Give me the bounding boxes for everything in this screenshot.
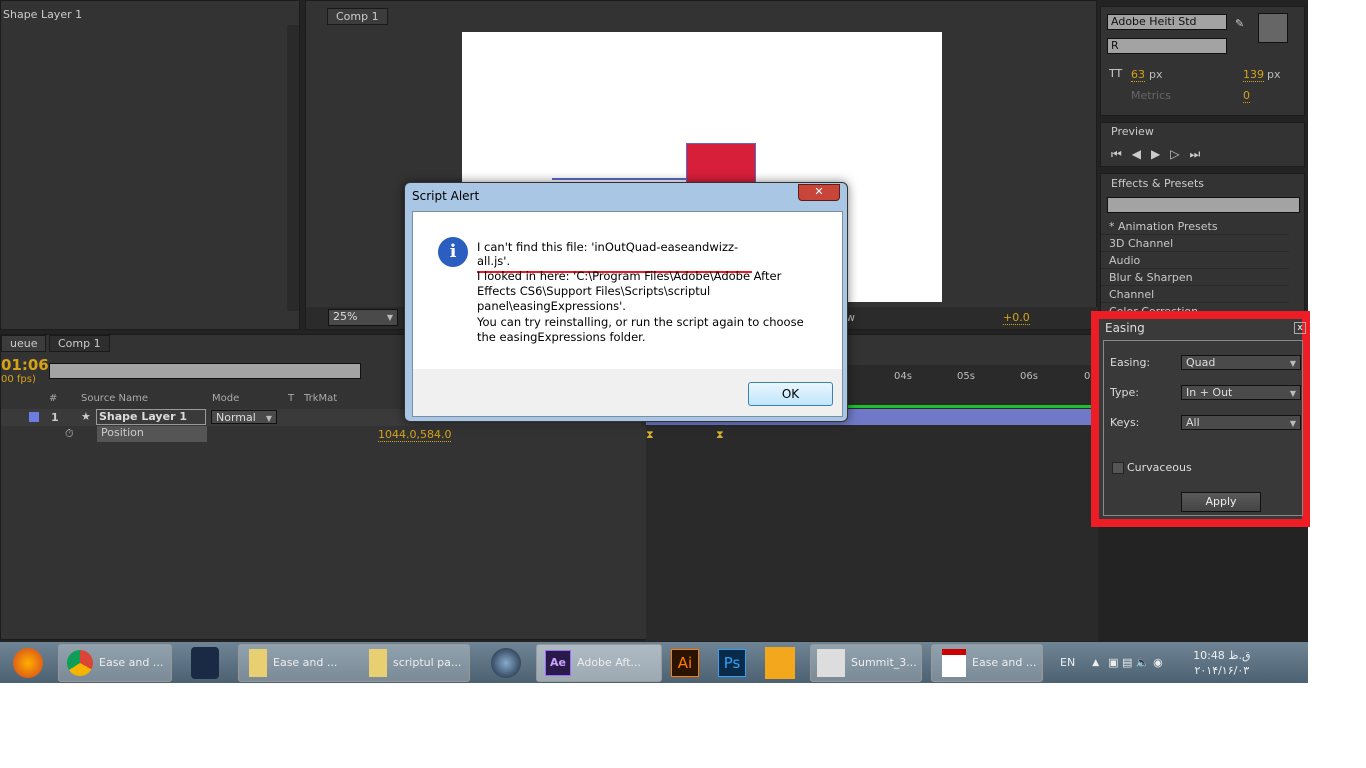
timecode[interactable]: 01:06 <box>1 356 49 374</box>
col-trkmat[interactable]: TrkMat <box>304 393 337 404</box>
curvaceous-label[interactable]: Curvaceous <box>1127 461 1192 474</box>
leading-value[interactable]: 139 <box>1243 68 1264 82</box>
apply-button[interactable]: Apply <box>1181 492 1261 512</box>
clapperboard-icon <box>817 648 845 677</box>
tab-comp-1[interactable]: Comp 1 <box>327 8 388 25</box>
project-item[interactable]: Shape Layer 1 <box>3 8 82 21</box>
effects-item[interactable]: Channel <box>1101 286 1289 303</box>
font-style-dropdown[interactable]: R <box>1107 38 1227 54</box>
type-dropdown[interactable]: In + Out <box>1181 385 1301 400</box>
keyframe-icon[interactable]: ⧗ <box>646 428 654 442</box>
motion-path <box>552 178 687 180</box>
preview-tab[interactable]: Preview <box>1111 125 1154 138</box>
dialog-body: i I can't find this file: 'inOutQuad-eas… <box>412 211 843 417</box>
ok-button[interactable]: OK <box>748 382 833 406</box>
layer-name[interactable]: Shape Layer 1 <box>96 409 206 425</box>
effects-item[interactable]: Blur & Sharpen <box>1101 269 1289 286</box>
tab-comp-1-timeline[interactable]: Comp 1 <box>49 335 110 352</box>
ruler-label: 05s <box>957 371 975 382</box>
font-family-dropdown[interactable]: Adobe Heiti Std <box>1107 14 1227 30</box>
close-icon[interactable]: x <box>1294 322 1306 334</box>
after-effects-icon: Ae <box>545 649 571 676</box>
taskbar-media[interactable]: Summit_3... <box>810 643 922 682</box>
character-panel: Adobe Heiti Std R ✎ TT 63 px 139 px Metr… <box>1100 6 1305 116</box>
keyframe-icon[interactable]: ⧗ <box>716 428 724 442</box>
illustrator-icon[interactable]: Ai <box>671 648 699 677</box>
taskbar-chrome[interactable]: Ease and ... <box>58 643 172 682</box>
fps-label: 00 fps) <box>1 374 36 385</box>
col-mode[interactable]: Mode <box>212 393 239 404</box>
layer-number: 1 <box>51 411 59 424</box>
project-panel: Shape Layer 1 <box>0 0 300 330</box>
property-row[interactable]: ⏱ Position 1044.0,584.0 <box>1 426 641 443</box>
leading-unit: px <box>1267 68 1281 81</box>
ruler-label: 06s <box>1020 371 1038 382</box>
effects-tab[interactable]: Effects & Presets <box>1111 177 1204 190</box>
script-alert-dialog: Script Alert ✕ i I can't find this file:… <box>404 182 848 422</box>
ruler-label: 04s <box>894 371 912 382</box>
preview-panel: Preview ⏮◀▶▷⏭ <box>1100 122 1305 167</box>
photoshop-icon[interactable]: Ps <box>718 648 746 677</box>
col-source-name[interactable]: Source Name <box>81 393 148 404</box>
close-button[interactable]: ✕ <box>798 184 840 201</box>
font-size-icon: TT <box>1109 67 1123 80</box>
taskbar-after-effects[interactable]: Ae Adobe Aft... <box>536 643 662 682</box>
app-icon[interactable] <box>765 646 795 679</box>
scrollbar[interactable] <box>287 25 299 311</box>
dialog-title: Script Alert <box>412 189 480 203</box>
tab-render-queue[interactable]: ueue <box>1 335 47 352</box>
fill-color-swatch[interactable] <box>1258 13 1288 43</box>
easing-panel: Easing x Easing: Quad Type: In + Out Key… <box>1091 311 1310 527</box>
dialog-message-path: I looked in here: 'C:\Program Files\Adob… <box>477 269 782 313</box>
easing-title: Easing <box>1105 321 1145 335</box>
timeline-search-input[interactable] <box>49 363 361 379</box>
taskbar-explorer[interactable]: Ease and ... scriptul pa... <box>238 643 470 682</box>
tray-icons[interactable]: ▣ ▤ 🔈 ◉ <box>1108 656 1178 669</box>
effects-item[interactable]: * Animation Presets <box>1101 218 1289 235</box>
easing-label: Easing: <box>1110 356 1151 369</box>
info-icon: i <box>438 237 468 267</box>
easing-form: Easing: Quad Type: In + Out Keys: All Cu… <box>1103 340 1303 516</box>
tracking-value[interactable]: 0 <box>1243 89 1250 103</box>
property-name: Position <box>97 426 207 442</box>
effects-item[interactable]: Audio <box>1101 252 1289 269</box>
font-size-unit: px <box>1149 68 1163 81</box>
kmplayer-icon[interactable] <box>191 646 219 679</box>
effects-search-input[interactable] <box>1107 197 1300 213</box>
clock[interactable]: 10:48 ق.ظ ۲۰۱۴/۱۶/۰۳ <box>1193 648 1250 678</box>
taskbar-items: Ease and ... Ease and ... scriptul pa... … <box>0 642 1308 683</box>
show-hidden-icons[interactable]: ▲ <box>1092 658 1099 668</box>
type-label: Type: <box>1110 386 1139 399</box>
eyedropper-icon[interactable]: ✎ <box>1235 17 1244 30</box>
kerning-value[interactable]: Metrics <box>1131 89 1171 102</box>
curvaceous-checkbox[interactable] <box>1112 462 1124 474</box>
folder-icon <box>249 648 267 677</box>
keys-dropdown[interactable]: All <box>1181 415 1301 430</box>
mode-dropdown[interactable]: Normal <box>211 410 277 424</box>
star-icon: ★ <box>81 410 91 423</box>
folder-icon <box>369 648 387 677</box>
font-size-value[interactable]: 63 <box>1131 68 1145 82</box>
easing-dropdown[interactable]: Quad <box>1181 355 1301 370</box>
taskbar-pdf[interactable]: Ease and ... <box>931 643 1043 682</box>
playback-controls[interactable]: ⏮◀▶▷⏭ <box>1111 147 1210 162</box>
effects-list: * Animation Presets 3D Channel Audio Blu… <box>1101 218 1289 312</box>
effects-presets-panel: Effects & Presets * Animation Presets 3D… <box>1100 173 1305 313</box>
exposure-value[interactable]: +0.0 <box>1003 311 1030 325</box>
col-number: # <box>49 393 58 404</box>
position-value[interactable]: 1044.0,584.0 <box>378 428 452 442</box>
firefox-icon[interactable] <box>13 647 43 678</box>
label-color[interactable] <box>29 412 39 422</box>
cinema4d-icon[interactable] <box>491 647 521 678</box>
dialog-message-hint: You can try reinstalling, or run the scr… <box>477 315 804 344</box>
col-t: T <box>288 393 295 404</box>
chrome-icon <box>67 649 93 676</box>
effects-item[interactable]: 3D Channel <box>1101 235 1289 252</box>
language-indicator[interactable]: EN <box>1060 656 1075 669</box>
zoom-dropdown[interactable]: 25% <box>328 309 398 326</box>
pdf-icon <box>942 648 966 677</box>
keys-label: Keys: <box>1110 416 1140 429</box>
stopwatch-icon[interactable]: ⏱ <box>65 427 74 441</box>
